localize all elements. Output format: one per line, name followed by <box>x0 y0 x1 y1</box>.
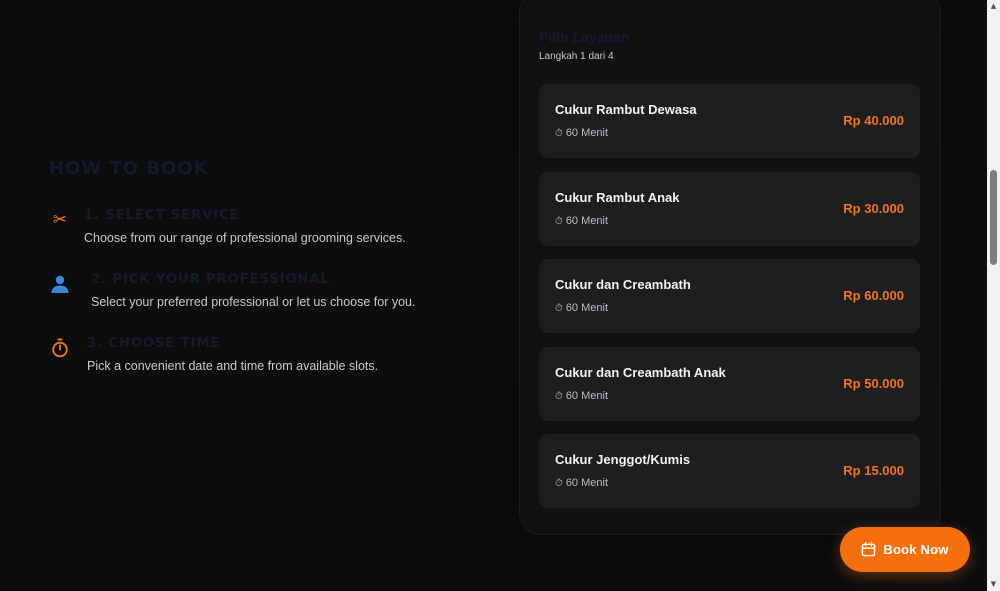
step-select-service: ✂ 1. SELECT SERVICE Choose from our rang… <box>49 207 469 271</box>
person-icon-svg <box>51 275 69 293</box>
book-now-button[interactable]: Book Now <box>840 527 970 572</box>
step-title: 2. PICK YOUR PROFESSIONAL <box>91 272 330 287</box>
stopwatch-icon: ⏱ <box>555 303 563 314</box>
step-text: 2. PICK YOUR PROFESSIONAL Select your pr… <box>91 271 415 311</box>
person-icon <box>49 273 71 295</box>
step-title: 1. SELECT SERVICE <box>84 208 240 223</box>
step-text: 3. CHOOSE TIME Pick a convenient date an… <box>87 335 378 375</box>
stopwatch-icon: ⏱ <box>555 215 563 227</box>
calendar-icon <box>862 542 876 557</box>
stopwatch-icon: ⏱ <box>555 128 563 139</box>
service-name: Cukur Rambut Anak <box>555 189 680 205</box>
service-duration: ⏱ 60 Menit <box>555 476 608 491</box>
step-description: Pick a convenient date and time from ava… <box>87 359 379 373</box>
vertical-scrollbar[interactable]: ▲ ▼ <box>987 0 1000 591</box>
how-to-book-title: HOW TO BOOK <box>49 158 209 179</box>
service-card[interactable]: Cukur Jenggot/Kumis ⏱ 60 Menit Rp 15.000 <box>539 434 920 508</box>
duration-text: 60 Menit <box>565 389 609 402</box>
service-card[interactable]: Cukur dan Creambath Anak ⏱ 60 Menit Rp 50… <box>539 346 920 421</box>
book-now-label: Book Now <box>883 542 949 557</box>
service-duration: ⏱ 60 Menit <box>555 214 608 229</box>
stopwatch-icon: ⏱ <box>555 478 563 489</box>
scroll-up-arrow-icon[interactable]: ▲ <box>987 0 1000 13</box>
duration-text: 60 Menit <box>565 214 609 227</box>
service-duration: ⏱ 60 Menit <box>555 389 608 404</box>
service-name: Cukur Rambut Dewasa <box>555 102 697 117</box>
scroll-thumb[interactable] <box>990 170 997 265</box>
step-description: Choose from our range of professional gr… <box>84 231 406 245</box>
service-price: Rp 50.000 <box>843 375 904 391</box>
booking-page: HOW TO BOOK ✂ 1. SELECT SERVICE Choose f… <box>0 0 1000 591</box>
step-title: 3. CHOOSE TIME <box>87 336 221 351</box>
stopwatch-icon: ⏱ <box>555 390 563 402</box>
service-duration: ⏱ 60 Menit <box>555 301 608 316</box>
stopwatch-icon <box>49 337 71 359</box>
step-indicator: Langkah 1 dari 4 <box>539 51 614 62</box>
service-selection-panel: Pilih Layanan Langkah 1 dari 4 Cukur Ram… <box>519 0 941 535</box>
step-text: 1. SELECT SERVICE Choose from our range … <box>84 207 406 247</box>
scroll-down-arrow-icon[interactable]: ▼ <box>987 578 1000 591</box>
service-list: Cukur Rambut Dewasa ⏱ 60 Menit Rp 40.000 … <box>539 84 920 522</box>
service-name: Cukur dan Creambath Anak <box>555 364 726 380</box>
duration-text: 60 Menit <box>565 477 609 489</box>
duration-text: 60 Menit <box>565 302 609 314</box>
panel-title: Pilih Layanan <box>539 29 630 45</box>
step-choose-time: 3. CHOOSE TIME Pick a convenient date an… <box>49 335 469 399</box>
step-pick-professional: 2. PICK YOUR PROFESSIONAL Select your pr… <box>49 271 469 335</box>
service-card[interactable]: Cukur Rambut Anak ⏱ 60 Menit Rp 30.000 <box>539 171 920 246</box>
service-price: Rp 30.000 <box>843 200 904 216</box>
service-price: Rp 60.000 <box>843 288 904 303</box>
service-name: Cukur dan Creambath <box>555 277 691 292</box>
service-name: Cukur Jenggot/Kumis <box>555 452 691 467</box>
scissors-icon: ✂ <box>52 210 68 230</box>
step-description: Select your preferred professional or le… <box>91 295 416 309</box>
service-card[interactable]: Cukur Rambut Dewasa ⏱ 60 Menit Rp 40.000 <box>539 84 920 158</box>
how-to-book-section: HOW TO BOOK ✂ 1. SELECT SERVICE Choose f… <box>49 157 469 399</box>
stopwatch-icon-svg <box>52 338 68 358</box>
service-price: Rp 15.000 <box>843 463 904 478</box>
service-card[interactable]: Cukur dan Creambath ⏱ 60 Menit Rp 60.000 <box>539 259 920 333</box>
duration-text: 60 Menit <box>565 127 609 139</box>
service-price: Rp 40.000 <box>843 113 904 128</box>
service-duration: ⏱ 60 Menit <box>555 126 608 141</box>
